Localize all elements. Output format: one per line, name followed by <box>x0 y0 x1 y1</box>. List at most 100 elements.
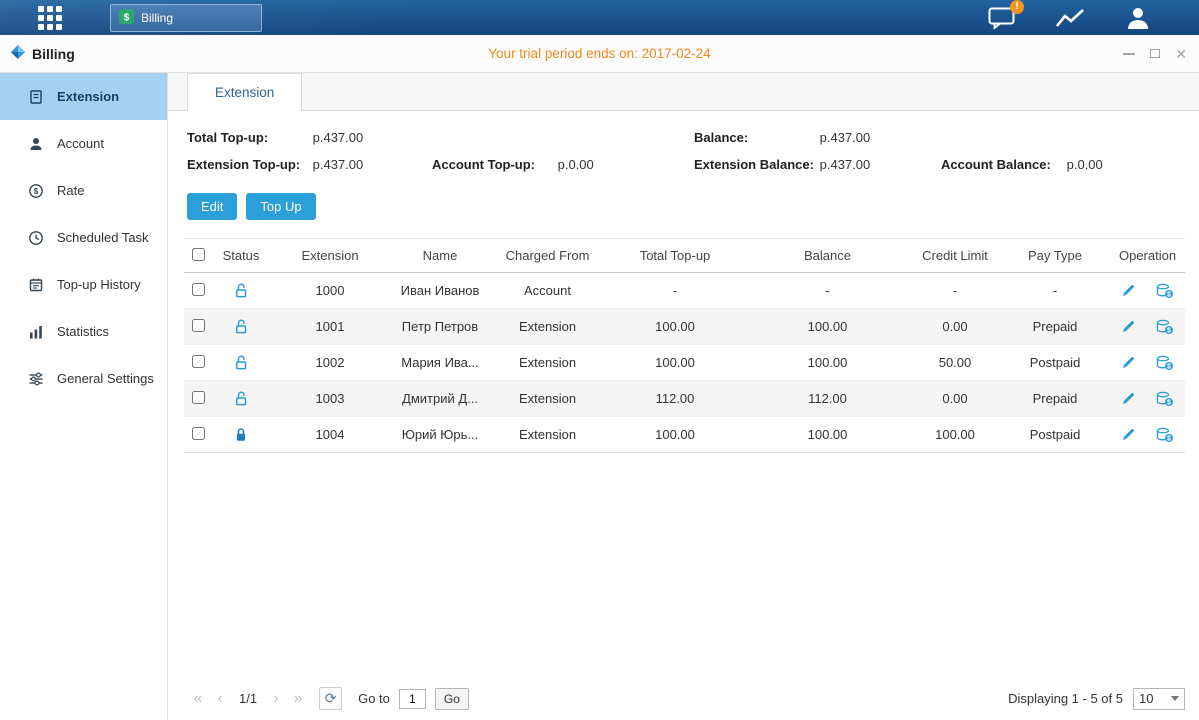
cell-charged-from: Extension <box>490 345 605 381</box>
topup-row-icon[interactable]: $ <box>1156 427 1174 443</box>
refresh-icon[interactable]: ⟳ <box>319 687 342 710</box>
status-lock-icon[interactable] <box>234 390 248 405</box>
status-lock-icon[interactable] <box>234 318 248 333</box>
cell-total-topup: 100.00 <box>605 345 745 381</box>
row-checkbox[interactable] <box>192 319 205 332</box>
edit-row-icon[interactable] <box>1121 391 1136 406</box>
taskbar-billing-label: Billing <box>141 11 173 25</box>
goto-label: Go to <box>358 691 390 706</box>
sidebar-item-topup-history[interactable]: Top-up History <box>0 261 167 308</box>
col-name: Name <box>390 239 490 273</box>
cell-charged-from: Extension <box>490 417 605 453</box>
page-indicator: 1/1 <box>239 691 257 706</box>
summary-extension-balance: Extension Balance: p.437.00 <box>694 157 941 172</box>
main-content: Extension Total Top-up: p.437.00 Balance… <box>168 73 1199 720</box>
tab-bar: Extension <box>168 73 1199 111</box>
tab-extension[interactable]: Extension <box>187 73 302 111</box>
sidebar-item-label: Top-up History <box>57 277 141 292</box>
taskbar-billing-button[interactable]: $ Billing <box>110 4 262 32</box>
window-controls: ✕ <box>1123 47 1187 61</box>
goto-page-input[interactable] <box>399 689 426 709</box>
cell-total-topup: 100.00 <box>605 417 745 453</box>
reports-chart-icon[interactable] <box>1055 7 1085 29</box>
go-button[interactable]: Go <box>435 688 469 710</box>
topup-row-icon[interactable]: $ <box>1156 319 1174 335</box>
app-grid-button[interactable] <box>38 6 62 30</box>
summary-balance: Balance: p.437.00 <box>694 130 941 145</box>
maximize-button[interactable] <box>1150 47 1160 61</box>
col-total-topup: Total Top-up <box>605 239 745 273</box>
table-row: 1003 Дмитрий Д... Extension 112.00 112.0… <box>184 381 1185 417</box>
page-size-value: 10 <box>1139 691 1153 706</box>
cell-name: Юрий Юрь... <box>390 417 490 453</box>
cell-total-topup: - <box>605 273 745 309</box>
page-size-select[interactable]: 10 <box>1133 688 1185 710</box>
screen: $ Billing ! <box>0 0 1199 720</box>
sidebar-item-extension[interactable]: Extension <box>0 73 167 120</box>
topup-row-icon[interactable]: $ <box>1156 391 1174 407</box>
cell-pay-type: Prepaid <box>1000 309 1110 345</box>
user-account-icon[interactable] <box>1125 6 1151 30</box>
status-lock-icon[interactable] <box>234 354 248 369</box>
sidebar-item-label: Rate <box>57 183 84 198</box>
prev-page-icon[interactable]: ‹ <box>209 690 231 708</box>
status-lock-icon[interactable] <box>234 282 248 297</box>
svg-text:$: $ <box>124 12 130 23</box>
next-page-icon[interactable]: › <box>265 690 287 708</box>
edit-row-icon[interactable] <box>1121 319 1136 334</box>
row-checkbox[interactable] <box>192 283 205 296</box>
svg-text:$: $ <box>1167 327 1171 334</box>
sidebar-item-statistics[interactable]: Statistics <box>0 308 167 355</box>
billing-dollar-icon: $ <box>119 9 134 27</box>
edit-row-icon[interactable] <box>1121 355 1136 370</box>
account-icon <box>28 136 44 152</box>
sidebar: Extension Account $ Rate <box>0 73 168 720</box>
calendar-icon <box>28 277 44 293</box>
col-charged-from: Charged From <box>490 239 605 273</box>
topup-row-icon[interactable]: $ <box>1156 355 1174 371</box>
edit-row-icon[interactable] <box>1121 283 1136 298</box>
cell-balance: 100.00 <box>745 417 910 453</box>
table-row: 1002 Мария Ива... Extension 100.00 100.0… <box>184 345 1185 381</box>
messages-icon[interactable]: ! <box>988 7 1015 29</box>
sidebar-item-account[interactable]: Account <box>0 120 167 167</box>
cell-balance: - <box>745 273 910 309</box>
cell-name: Мария Ива... <box>390 345 490 381</box>
row-checkbox[interactable] <box>192 391 205 404</box>
action-buttons: Edit Top Up <box>187 193 1199 220</box>
cell-extension: 1004 <box>270 417 390 453</box>
cell-charged-from: Extension <box>490 381 605 417</box>
extension-icon <box>28 89 44 105</box>
sidebar-item-label: Scheduled Task <box>57 230 149 245</box>
last-page-icon[interactable]: » <box>287 690 309 708</box>
cell-extension: 1002 <box>270 345 390 381</box>
window-titlebar: Billing Your trial period ends on: 2017-… <box>0 35 1199 73</box>
row-checkbox[interactable] <box>192 355 205 368</box>
select-all-checkbox[interactable] <box>192 248 205 261</box>
table-row: 1004 Юрий Юрь... Extension 100.00 100.00… <box>184 417 1185 453</box>
sidebar-item-label: General Settings <box>57 371 154 386</box>
table-row: 1001 Петр Петров Extension 100.00 100.00… <box>184 309 1185 345</box>
cell-credit-limit: 100.00 <box>910 417 1000 453</box>
cell-total-topup: 100.00 <box>605 309 745 345</box>
first-page-icon[interactable]: « <box>187 690 209 708</box>
sidebar-item-scheduled-task[interactable]: Scheduled Task <box>0 214 167 261</box>
edit-row-icon[interactable] <box>1121 427 1136 442</box>
summary-extension-topup: Extension Top-up: p.437.00 <box>187 157 432 172</box>
cell-charged-from: Account <box>490 273 605 309</box>
topup-row-icon[interactable]: $ <box>1156 283 1174 299</box>
sidebar-item-rate[interactable]: $ Rate <box>0 167 167 214</box>
row-checkbox[interactable] <box>192 427 205 440</box>
col-operation: Operation <box>1110 239 1185 273</box>
table-row: 1000 Иван Иванов Account - - - - $ <box>184 273 1185 309</box>
edit-button[interactable]: Edit <box>187 193 237 220</box>
minimize-button[interactable] <box>1123 47 1135 61</box>
col-credit-limit: Credit Limit <box>910 239 1000 273</box>
cell-extension: 1000 <box>270 273 390 309</box>
svg-text:$: $ <box>34 187 39 196</box>
status-lock-icon[interactable] <box>234 426 248 441</box>
sidebar-item-general-settings[interactable]: General Settings <box>0 355 167 402</box>
top-up-button[interactable]: Top Up <box>246 193 315 220</box>
close-button[interactable]: ✕ <box>1175 47 1187 61</box>
taskbar-right-icons: ! <box>988 6 1151 30</box>
